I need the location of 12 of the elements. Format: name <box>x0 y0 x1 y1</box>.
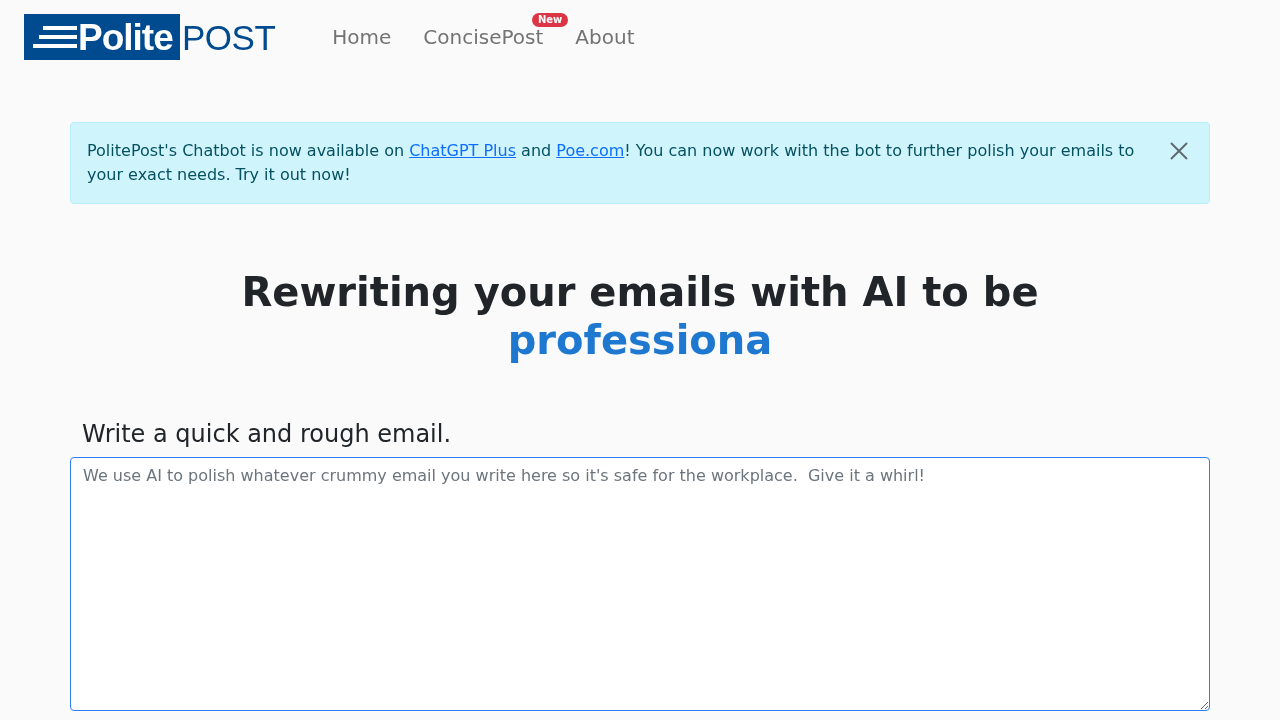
bars-icon <box>33 26 77 48</box>
logo-text: POST <box>182 19 276 55</box>
alert-message: PolitePost's Chatbot is now available on ChatGPT Plus and Poe.com! You can now work with the bot to further polish your emails to your exact needs. Try it out now! <box>87 140 1136 186</box>
nav-link[interactable]: Home <box>316 14 408 60</box>
hero-heading: Rewriting your emails with AI to be professiona <box>240 268 1040 364</box>
alert-link[interactable]: Poe.com <box>556 141 625 160</box>
email-textarea[interactable]: We use AI to polish whatever crummy email you write here so it's safe for the workplace. Give it a whirl! <box>70 457 1210 711</box>
close-icon <box>1170 142 1188 160</box>
alert-link[interactable]: ChatGPT Plus <box>409 141 517 160</box>
email-label: Write a quick and rough email. <box>82 420 452 449</box>
logo-text: Polite <box>78 18 173 56</box>
new-badge: New <box>531 13 569 27</box>
